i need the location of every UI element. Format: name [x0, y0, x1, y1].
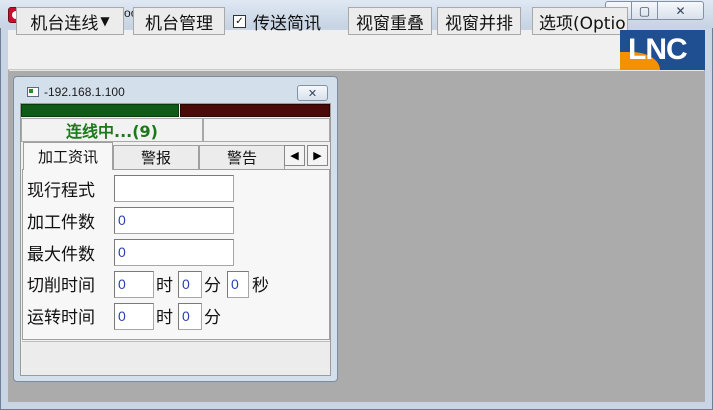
minute-unit-label: 分	[204, 308, 221, 328]
toolbar	[8, 30, 705, 70]
lnc-logo: LNC	[620, 30, 705, 70]
running-time-label: 运转时间	[27, 308, 95, 328]
minute-unit-label: 分	[204, 276, 221, 296]
tab-scroll-left-icon[interactable]: ◀	[284, 145, 305, 166]
cutting-hours-field[interactable]: 0	[114, 271, 154, 298]
child-close-button[interactable]: ✕	[297, 85, 328, 101]
child-window-title: -192.168.1.100	[44, 85, 125, 99]
chevron-down-icon: ▼	[100, 14, 110, 28]
options-button[interactable]: 选项(Optio	[532, 7, 628, 35]
program-field[interactable]	[114, 175, 234, 202]
checkbox-check-icon[interactable]: ✓	[233, 14, 246, 28]
cutting-seconds-field[interactable]: 0	[227, 271, 249, 298]
cutting-minutes-field[interactable]: 0	[178, 271, 202, 298]
max-parts-label: 最大件数	[27, 245, 95, 265]
parts-count-label: 加工件数	[27, 213, 95, 233]
alarm-status-bar	[180, 104, 330, 117]
send-message-label: 传送简讯	[253, 13, 321, 34]
parts-count-field[interactable]: 0	[114, 207, 234, 234]
close-button[interactable]: ✕	[657, 1, 704, 20]
connection-status-bar	[21, 104, 179, 117]
child-bottom-strip	[22, 341, 330, 375]
second-unit-label: 秒	[252, 276, 269, 296]
status-panel-empty	[203, 118, 330, 142]
send-message-checkbox[interactable]: ✓ 传送简讯	[233, 9, 321, 33]
machine-connect-label: 机台连线	[30, 13, 99, 34]
connection-status-text: 连线中...(9)	[21, 118, 203, 142]
cutting-time-label: 切削时间	[27, 276, 95, 296]
logo-text: LNC	[628, 33, 688, 66]
cascade-windows-button[interactable]: 视窗重叠	[348, 7, 432, 35]
hour-unit-label: 时	[156, 308, 173, 328]
program-label: 现行程式	[27, 181, 95, 201]
tab-warning[interactable]: 警告	[199, 145, 285, 169]
tile-windows-button[interactable]: 视窗并排	[437, 7, 521, 35]
running-minutes-field[interactable]: 0	[178, 303, 202, 330]
tab-scroll-right-icon[interactable]: ▶	[307, 145, 328, 166]
max-parts-field[interactable]: 0	[114, 239, 234, 266]
tab-process-info[interactable]: 加工资讯	[23, 142, 113, 170]
machine-manage-button[interactable]: 机台管理	[133, 7, 225, 35]
running-hours-field[interactable]: 0	[114, 303, 154, 330]
hour-unit-label: 时	[156, 276, 173, 296]
machine-connect-dropdown[interactable]: 机台连线 ▼	[16, 7, 124, 35]
window-icon	[27, 87, 39, 97]
tab-alarm[interactable]: 警报	[113, 145, 199, 169]
maximize-button[interactable]: ▢	[631, 1, 658, 20]
